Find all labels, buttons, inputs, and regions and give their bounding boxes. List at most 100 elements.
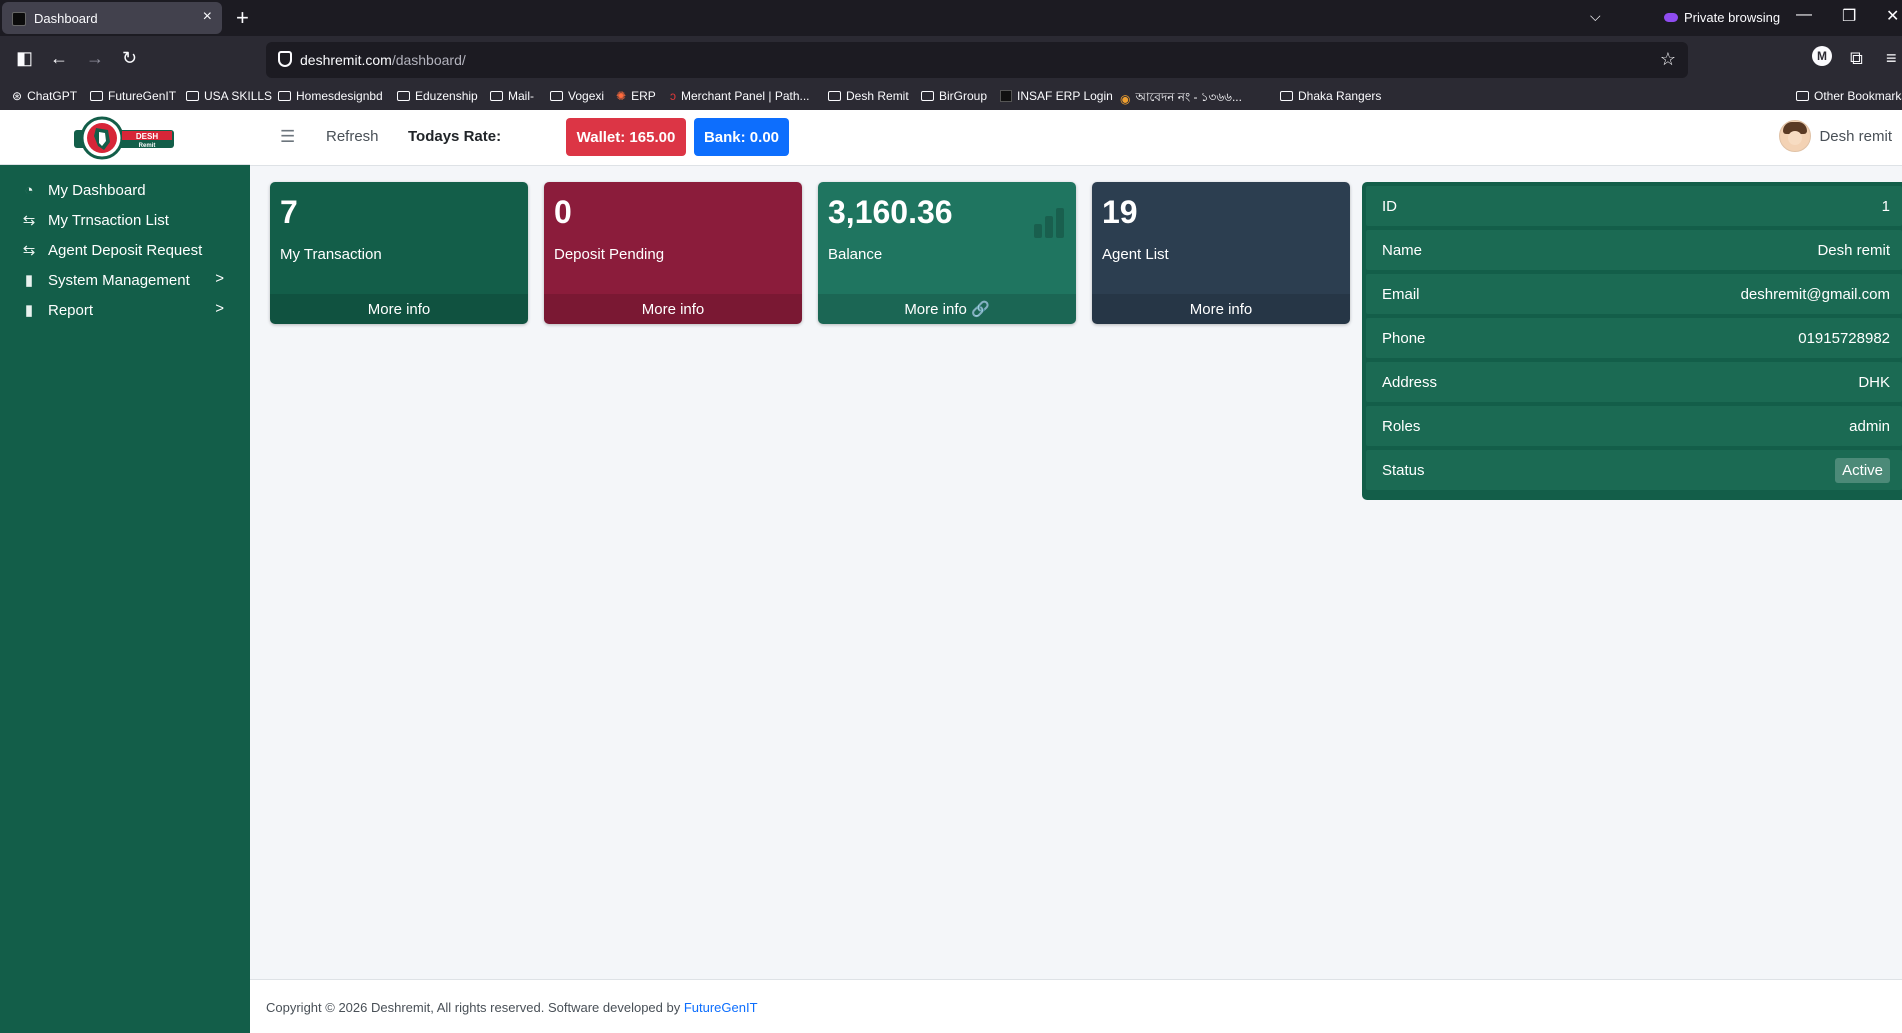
forward-icon[interactable]: → xyxy=(86,48,104,69)
profile-value: DHK xyxy=(1858,373,1890,391)
bookmark-folder[interactable]: USA SKILLS xyxy=(186,89,272,103)
folder-icon xyxy=(550,91,563,101)
url-text[interactable]: deshremit.com/dashboard/ xyxy=(300,52,466,68)
account-icon[interactable]: M xyxy=(1812,46,1832,66)
bookmark-folder[interactable]: Homesdesignbd xyxy=(278,89,383,103)
card-balance: 3,160.36 Balance More info 🔗 xyxy=(818,182,1076,324)
folder-icon xyxy=(186,91,199,101)
new-tab-icon[interactable]: + xyxy=(236,5,249,31)
extensions-icon[interactable]: ⧉ xyxy=(1850,48,1863,69)
profile-value: 01915728982 xyxy=(1798,329,1890,347)
insaf-icon xyxy=(1000,90,1012,102)
transfer-icon: ⇆ xyxy=(22,242,36,259)
restore-icon[interactable]: ❐ xyxy=(1842,6,1856,26)
profile-key: Roles xyxy=(1382,417,1421,435)
desh-remit-logo: DESH Remit xyxy=(74,116,174,160)
bookmark-folder[interactable]: Vogexi xyxy=(550,89,604,103)
back-icon[interactable]: ← xyxy=(50,48,68,69)
bookmark-folder[interactable]: Eduzenship xyxy=(397,89,478,103)
bookmark-item[interactable]: ↄ Merchant Panel | Path... xyxy=(670,89,810,103)
profile-value: Desh remit xyxy=(1817,241,1890,259)
sidebar-item-my-dashboard[interactable]: ◔ My Dashboard xyxy=(0,175,250,205)
folder-icon xyxy=(490,91,503,101)
chatgpt-icon: ⊛ xyxy=(12,89,23,103)
card-label: Deposit Pending xyxy=(554,246,665,263)
folder-icon xyxy=(921,91,934,101)
profile-row-roles: Roles admin xyxy=(1366,406,1902,446)
bd-gov-icon: ◉ xyxy=(1120,92,1131,106)
profile-key: ID xyxy=(1382,197,1397,215)
more-info-link[interactable]: More info xyxy=(544,294,802,324)
refresh-link[interactable]: Refresh xyxy=(326,128,379,145)
top-navbar: ☰ Refresh Todays Rate: Wallet: 165.00 Ba… xyxy=(250,110,1902,166)
clipboard-icon: ▮ xyxy=(24,302,34,319)
logo-text-desh: DESH xyxy=(136,132,158,141)
shield-icon xyxy=(278,51,292,67)
browser-tab[interactable]: Dashboard × xyxy=(2,2,222,34)
transfer-icon: ⇆ xyxy=(22,212,36,229)
copyright-text: Copyright © 2026 Deshremit, All rights r… xyxy=(266,1000,684,1015)
card-my-transaction: 7 My Transaction More info xyxy=(270,182,528,324)
card-deposit-pending: 0 Deposit Pending More info xyxy=(544,182,802,324)
private-mask-icon xyxy=(1664,13,1678,22)
profile-key: Email xyxy=(1382,285,1420,303)
bookmark-item[interactable]: ⊛ ChatGPT xyxy=(12,89,77,103)
bar-chart-icon xyxy=(1034,208,1064,238)
profile-row-address: Address DHK xyxy=(1366,362,1902,402)
url-host: deshremit.com xyxy=(300,52,392,68)
bank-badge[interactable]: Bank: 0.00 xyxy=(694,118,789,156)
profile-value: admin xyxy=(1849,417,1890,435)
bookmark-item[interactable]: ◉ আবেদন নং - ১৩৬৬... xyxy=(1120,89,1242,109)
sidebar-item-system-management[interactable]: ▮ System Management > xyxy=(0,265,250,295)
user-name: Desh remit xyxy=(1819,127,1892,145)
bookmarks-bar: ⊛ ChatGPT FutureGenIT USA SKILLS Homesdes… xyxy=(0,84,1902,110)
url-path: /dashboard/ xyxy=(391,52,466,68)
bookmark-folder[interactable]: Dhaka Rangers xyxy=(1280,89,1381,103)
private-browsing-indicator: Private browsing xyxy=(1664,10,1780,25)
wallet-badge[interactable]: Wallet: 165.00 xyxy=(566,118,686,156)
more-info-link[interactable]: More info 🔗 xyxy=(818,294,1076,324)
sidebar-item-transaction-list[interactable]: ⇆ My Trnsaction List xyxy=(0,205,250,235)
card-value: 7 xyxy=(280,194,298,230)
bookmark-folder[interactable]: Mail- xyxy=(490,89,534,103)
sidebar-item-report[interactable]: ▮ Report > xyxy=(0,295,250,325)
close-window-icon[interactable]: ✕ xyxy=(1886,6,1899,26)
avatar xyxy=(1779,120,1812,152)
browser-tab-bar: Dashboard × + ⌵ Private browsing — ❐ ✕ xyxy=(0,0,1902,36)
folder-icon xyxy=(397,91,410,101)
reload-icon[interactable]: ↻ xyxy=(122,48,137,69)
profile-row-phone: Phone 01915728982 xyxy=(1366,318,1902,358)
sidebar-item-agent-deposit-request[interactable]: ⇆ Agent Deposit Request xyxy=(0,235,250,265)
clipboard-icon: ▮ xyxy=(24,272,34,289)
todays-rate-label: Todays Rate: xyxy=(408,128,502,145)
more-info-link[interactable]: More info xyxy=(270,294,528,324)
minimize-icon[interactable]: — xyxy=(1796,6,1812,24)
profile-key: Phone xyxy=(1382,329,1426,347)
folder-icon xyxy=(1280,91,1293,101)
bookmark-folder[interactable]: FutureGenIT xyxy=(90,89,176,103)
chevron-right-icon: > xyxy=(215,300,224,317)
bookmark-item[interactable]: INSAF ERP Login xyxy=(1000,89,1113,103)
brand[interactable]: DESH Remit xyxy=(0,110,250,165)
bookmark-star-icon[interactable]: ☆ xyxy=(1660,49,1676,70)
user-menu[interactable]: Desh remit xyxy=(1779,120,1892,152)
bookmark-item[interactable]: ✺ ERP xyxy=(616,89,656,103)
logo-text-remit: Remit xyxy=(139,143,156,149)
hamburger-menu-icon[interactable]: ☰ xyxy=(280,127,295,147)
menu-icon[interactable]: ≡ xyxy=(1886,48,1897,69)
erp-sun-icon: ✺ xyxy=(616,89,627,103)
url-bar[interactable]: deshremit.com/dashboard/ ☆ xyxy=(266,42,1688,78)
bookmark-folder[interactable]: Desh Remit xyxy=(828,89,909,103)
tab-list-chevron-icon[interactable]: ⌵ xyxy=(1590,8,1601,25)
footer-developer-link[interactable]: FutureGenIT xyxy=(684,1000,758,1015)
more-info-link[interactable]: More info xyxy=(1092,294,1350,324)
sidebar-menu: ◔ My Dashboard ⇆ My Trnsaction List ⇆ Ag… xyxy=(0,165,250,325)
other-bookmarks[interactable]: Other Bookmarks xyxy=(1796,89,1902,103)
profile-key: Status xyxy=(1382,461,1425,479)
sidebar-item-label: Report xyxy=(48,301,94,319)
dashboard-icon: ◔ xyxy=(24,181,34,199)
bookmark-folder[interactable]: BirGroup xyxy=(921,89,987,103)
sidebar-toggle-icon[interactable]: ◧ xyxy=(16,48,33,69)
card-label: My Transaction xyxy=(280,246,382,263)
close-tab-icon[interactable]: × xyxy=(203,8,212,26)
